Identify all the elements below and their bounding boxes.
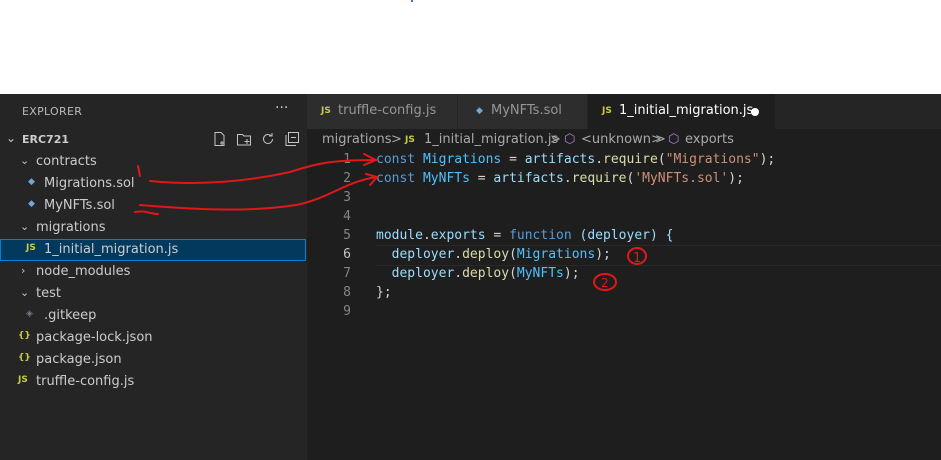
breadcrumb-symbol-unknown[interactable]: <unknown> [581, 132, 662, 147]
workspace-name: ERC721 [22, 133, 70, 146]
tab-initial-migration[interactable]: JS 1_initial_migration.js [588, 94, 775, 129]
tab-label: truffle-config.js [338, 103, 437, 118]
solidity-file-icon: ◆ [28, 177, 35, 187]
line-number: 4 [343, 209, 351, 224]
top-whitespace [0, 0, 941, 94]
chevron-down-icon: ⌄ [20, 220, 30, 233]
breadcrumb-separator: > [550, 132, 561, 147]
tree-label: truffle-config.js [36, 374, 135, 389]
line-number: 3 [343, 190, 351, 205]
vscode-window: EXPLORER ··· ⌄ ERC721 ⌄ contracts ◆ Migr… [0, 94, 941, 460]
explorer-title: EXPLORER [22, 105, 83, 118]
solidity-file-icon: ◆ [476, 106, 483, 116]
js-file-icon: JS [26, 243, 36, 253]
json-file-icon: {} [18, 353, 31, 363]
new-folder-icon[interactable] [236, 131, 252, 147]
tree-file-package-lock[interactable]: {} package-lock.json [0, 327, 306, 349]
chevron-right-icon: › [21, 264, 26, 277]
tree-file-gitkeep[interactable]: ◈ .gitkeep [0, 305, 306, 327]
chevron-down-icon: ⌄ [20, 286, 30, 299]
chevron-down-icon: ⌄ [6, 131, 17, 145]
symbol-icon: ⬡ [564, 132, 576, 147]
breadcrumb-symbol-exports[interactable]: exports [685, 132, 734, 147]
explorer-header: EXPLORER ··· [0, 94, 307, 129]
code-line-7: deployer.deploy(MyNFTs); [391, 266, 580, 281]
tree-label: migrations [36, 220, 106, 235]
tree-folder-test[interactable]: ⌄ test [0, 283, 306, 305]
line-number: 9 [343, 304, 351, 319]
tree-file-package-json[interactable]: {} package.json [0, 349, 306, 371]
js-file-icon: JS [405, 135, 415, 145]
breadcrumb-file[interactable]: 1_initial_migration.js [424, 132, 558, 147]
breadcrumb-folder[interactable]: migrations [322, 132, 392, 147]
tree-folder-migrations[interactable]: ⌄ migrations [0, 217, 306, 239]
tab-label: MyNFTs.sol [491, 103, 562, 118]
stray-dot [411, 0, 413, 2]
git-file-icon: ◈ [26, 309, 33, 319]
line-number: 2 [343, 171, 351, 186]
tree-label: 1_initial_migration.js [44, 242, 179, 257]
unsaved-dot-icon[interactable] [751, 108, 759, 116]
solidity-file-icon: ◆ [28, 199, 35, 209]
breadcrumb-separator: > [655, 132, 666, 147]
more-actions-icon[interactable]: ··· [275, 100, 288, 116]
new-file-icon[interactable] [212, 131, 228, 147]
line-number-active: 6 [343, 247, 351, 262]
code-line-1: const Migrations = artifacts.require("Mi… [376, 152, 776, 167]
json-file-icon: {} [18, 331, 31, 341]
tree-label: .gitkeep [44, 308, 97, 323]
workspace-section-header[interactable]: ⌄ ERC721 [0, 129, 307, 151]
line-number: 8 [343, 285, 351, 300]
tab-truffle-config[interactable]: JS truffle-config.js [307, 94, 457, 129]
chevron-down-icon: ⌄ [20, 154, 30, 167]
tree-label: package-lock.json [36, 330, 153, 345]
tree-file-truffle-config[interactable]: JS truffle-config.js [0, 371, 306, 393]
js-file-icon: JS [602, 106, 612, 116]
tree-file-initial-migration[interactable]: JS 1_initial_migration.js [0, 239, 306, 261]
code-line-6: deployer.deploy(Migrations); [391, 247, 611, 262]
tree-label: test [36, 286, 61, 301]
collapse-all-icon[interactable] [284, 131, 300, 147]
tree-file-migrations-sol[interactable]: ◆ Migrations.sol [0, 173, 306, 195]
tab-mynfts-sol[interactable]: ◆ MyNFTs.sol [458, 94, 587, 129]
tree-folder-contracts[interactable]: ⌄ contracts [0, 151, 306, 173]
code-editor[interactable]: 1 2 3 4 5 6 7 8 9 const Migrations = art… [307, 151, 941, 460]
tree-label: node_modules [36, 264, 131, 279]
editor-tabs: JS truffle-config.js ◆ MyNFTs.sol JS 1_i… [307, 94, 941, 129]
code-line-2: const MyNFTs = artifacts.require('MyNFTs… [376, 171, 744, 186]
line-number: 5 [343, 228, 351, 243]
tree-label: package.json [36, 352, 122, 367]
explorer-sidebar: EXPLORER ··· ⌄ ERC721 ⌄ contracts ◆ Migr… [0, 94, 307, 460]
js-file-icon: JS [18, 375, 28, 385]
breadcrumb-separator: > [391, 132, 402, 147]
tree-label: contracts [36, 154, 97, 169]
section-actions [212, 131, 300, 147]
tab-label: 1_initial_migration.js [619, 103, 754, 118]
tree-folder-node-modules[interactable]: › node_modules [0, 261, 306, 283]
refresh-icon[interactable] [260, 131, 276, 147]
code-line-8: }; [376, 285, 392, 300]
code-line-5: module.exports = function (deployer) { [376, 228, 674, 243]
symbol-icon: ⬡ [668, 132, 680, 147]
tree-file-mynfts-sol[interactable]: ◆ MyNFTs.sol [0, 195, 306, 217]
line-number: 7 [343, 266, 351, 281]
js-file-icon: JS [321, 106, 331, 116]
tree-label: MyNFTs.sol [44, 198, 115, 213]
tree-label: Migrations.sol [44, 176, 135, 191]
line-number: 1 [343, 152, 351, 167]
